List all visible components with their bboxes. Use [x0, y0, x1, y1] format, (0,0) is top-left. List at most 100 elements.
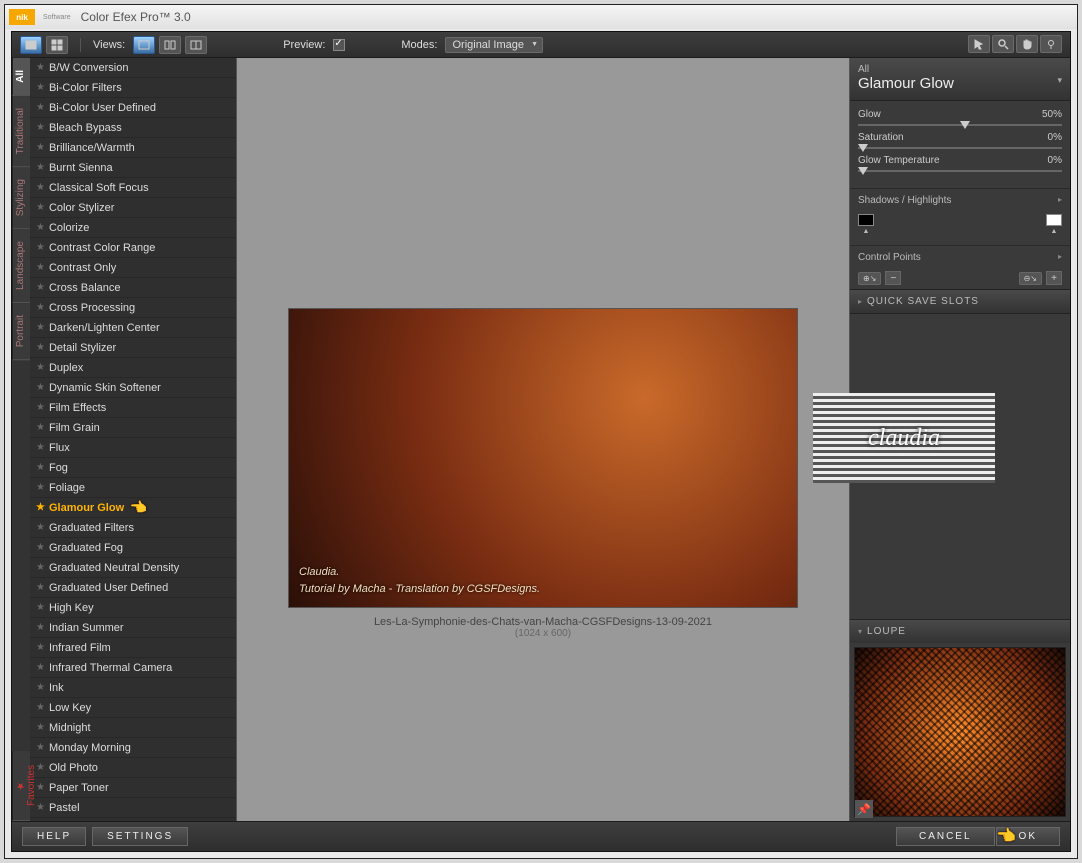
star-icon[interactable]: ★ — [36, 462, 45, 473]
filter-item[interactable]: ★Graduated Filters — [30, 518, 236, 538]
filter-item[interactable]: ★Infrared Thermal Camera — [30, 658, 236, 678]
star-icon[interactable]: ★ — [36, 622, 45, 633]
filter-item[interactable]: ★Fog — [30, 458, 236, 478]
star-icon[interactable]: ★ — [36, 582, 45, 593]
star-icon[interactable]: ★ — [36, 322, 45, 333]
add-neg-control-point-button[interactable]: ⊖↘ — [1019, 272, 1042, 285]
thumb-grid-icon[interactable] — [46, 36, 68, 54]
star-icon[interactable]: ★ — [36, 222, 45, 233]
category-tab-favorites[interactable]: ★ Favorites — [12, 751, 30, 821]
star-icon[interactable]: ★ — [36, 682, 45, 693]
filter-item[interactable]: ★Midnight — [30, 718, 236, 738]
filter-list[interactable]: ★B/W Conversion★Bi-Color Filters★Bi-Colo… — [30, 58, 236, 821]
filter-item[interactable]: ★Brilliance/Warmth — [30, 138, 236, 158]
filter-item[interactable]: ★Classical Soft Focus — [30, 178, 236, 198]
filter-item[interactable]: ★Glamour Glow👉 — [30, 498, 236, 518]
star-icon[interactable]: ★ — [36, 302, 45, 313]
modes-select[interactable]: Original Image — [445, 37, 543, 53]
star-icon[interactable]: ★ — [36, 782, 45, 793]
filter-item[interactable]: ★Darken/Lighten Center — [30, 318, 236, 338]
loupe-pin-icon[interactable]: 📌 — [855, 800, 873, 818]
star-icon[interactable]: ★ — [36, 502, 45, 513]
slider-thumb[interactable] — [858, 167, 868, 175]
hand-icon[interactable] — [1016, 35, 1038, 53]
filter-item[interactable]: ★Low Key — [30, 698, 236, 718]
preview-pane[interactable]: Claudia. Tutorial by Macha - Translation… — [236, 58, 850, 821]
star-icon[interactable]: ★ — [36, 122, 45, 133]
star-icon[interactable]: ★ — [36, 642, 45, 653]
star-icon[interactable]: ★ — [36, 762, 45, 773]
star-icon[interactable]: ★ — [36, 482, 45, 493]
shadows-swatch[interactable]: ▲ — [858, 214, 874, 235]
cancel-button[interactable]: CANCEL — [896, 827, 995, 846]
pointer-icon[interactable] — [968, 35, 990, 53]
star-icon[interactable]: ★ — [36, 722, 45, 733]
slider-thumb[interactable] — [858, 144, 868, 152]
filter-item[interactable]: ★Pastel — [30, 798, 236, 818]
filter-item[interactable]: ★Flux — [30, 438, 236, 458]
filter-item[interactable]: ★Cross Balance — [30, 278, 236, 298]
filter-item[interactable]: ★Indian Summer — [30, 618, 236, 638]
star-icon[interactable]: ★ — [36, 742, 45, 753]
star-icon[interactable]: ★ — [36, 402, 45, 413]
filter-item[interactable]: ★Old Photo — [30, 758, 236, 778]
slider-track[interactable] — [858, 170, 1062, 172]
filter-item[interactable]: ★Graduated Neutral Density — [30, 558, 236, 578]
star-icon[interactable]: ★ — [36, 522, 45, 533]
star-icon[interactable]: ★ — [36, 142, 45, 153]
thumb-list-icon[interactable] — [20, 36, 42, 54]
view-side-icon[interactable] — [185, 36, 207, 54]
star-icon[interactable]: ★ — [36, 662, 45, 673]
slider-track[interactable] — [858, 147, 1062, 149]
quick-save-section[interactable]: ▸QUICK SAVE SLOTS — [850, 289, 1070, 314]
filter-item[interactable]: ★Burnt Sienna — [30, 158, 236, 178]
star-icon[interactable]: ★ — [36, 202, 45, 213]
highlights-swatch[interactable]: ▲ — [1046, 214, 1062, 235]
filter-item[interactable]: ★Cross Processing — [30, 298, 236, 318]
category-tab-portrait[interactable]: Portrait — [12, 303, 30, 360]
category-tab-stylizing[interactable]: Stylizing — [12, 167, 30, 229]
filter-item[interactable]: ★Bleach Bypass — [30, 118, 236, 138]
filter-item[interactable]: ★Monday Morning — [30, 738, 236, 758]
filter-item[interactable]: ★Graduated Fog — [30, 538, 236, 558]
category-tab-landscape[interactable]: Landscape — [12, 229, 30, 303]
star-icon[interactable]: ★ — [36, 542, 45, 553]
filter-item[interactable]: ★Bi-Color User Defined — [30, 98, 236, 118]
category-tab-all[interactable]: All — [12, 58, 30, 96]
filter-item[interactable]: ★Contrast Only — [30, 258, 236, 278]
filter-item[interactable]: ★Contrast Color Range — [30, 238, 236, 258]
filter-item[interactable]: ★Ink — [30, 678, 236, 698]
star-icon[interactable]: ★ — [36, 802, 45, 813]
filter-item[interactable]: ★Duplex — [30, 358, 236, 378]
star-icon[interactable]: ★ — [36, 262, 45, 273]
star-icon[interactable]: ★ — [36, 702, 45, 713]
star-icon[interactable]: ★ — [36, 342, 45, 353]
ok-button[interactable]: 👉OK — [996, 827, 1060, 846]
filter-item[interactable]: ★Infrared Film — [30, 638, 236, 658]
filter-item[interactable]: ★Bi-Color Filters — [30, 78, 236, 98]
star-icon[interactable]: ★ — [36, 282, 45, 293]
filter-item[interactable]: ★Graduated User Defined — [30, 578, 236, 598]
star-icon[interactable]: ★ — [36, 382, 45, 393]
light-icon[interactable] — [1040, 35, 1062, 53]
view-single-icon[interactable] — [133, 36, 155, 54]
star-icon[interactable]: ★ — [36, 562, 45, 573]
star-icon[interactable]: ★ — [36, 602, 45, 613]
view-split-icon[interactable] — [159, 36, 181, 54]
category-tab-traditional[interactable]: Traditional — [12, 96, 30, 167]
settings-button[interactable]: SETTINGS — [92, 827, 188, 846]
star-icon[interactable]: ★ — [36, 442, 45, 453]
preview-checkbox[interactable] — [333, 39, 345, 51]
loupe-section-header[interactable]: ▾LOUPE — [850, 619, 1070, 643]
star-icon[interactable]: ★ — [36, 182, 45, 193]
slider-thumb[interactable] — [960, 121, 970, 129]
star-icon[interactable]: ★ — [36, 102, 45, 113]
filter-item[interactable]: ★Film Effects — [30, 398, 236, 418]
filter-item[interactable]: ★High Key — [30, 598, 236, 618]
star-icon[interactable]: ★ — [36, 162, 45, 173]
filter-item[interactable]: ★Color Stylizer — [30, 198, 236, 218]
star-icon[interactable]: ★ — [36, 62, 45, 73]
star-icon[interactable]: ★ — [36, 82, 45, 93]
star-icon[interactable]: ★ — [36, 422, 45, 433]
filter-item[interactable]: ★Detail Stylizer — [30, 338, 236, 358]
